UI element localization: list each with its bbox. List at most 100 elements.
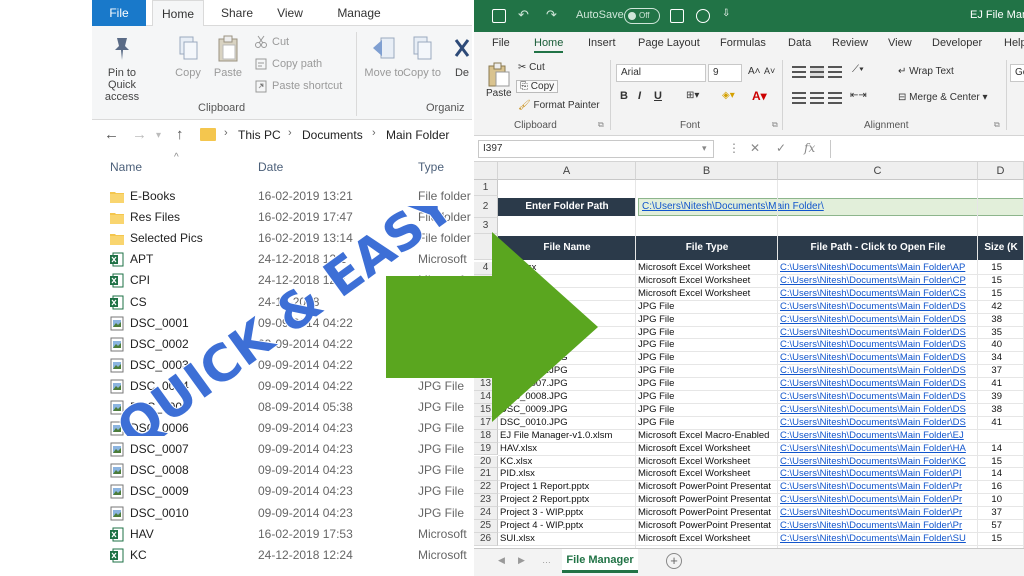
row-number[interactable]: 24 (474, 507, 498, 520)
menu-developer[interactable]: Developer (932, 37, 982, 49)
function-icon[interactable]: fx (804, 141, 815, 155)
file-size-cell[interactable]: 16 (978, 481, 1002, 494)
align-bottom-icon[interactable] (828, 66, 842, 78)
menu-view[interactable]: View (888, 37, 912, 49)
file-size-cell[interactable]: 37 (978, 507, 1002, 520)
file-type-cell[interactable]: Microsoft PowerPoint Presentat (638, 494, 778, 507)
file-path-link[interactable]: C:\Users\Nitesh\Documents\Main Folder\DS (780, 352, 976, 365)
autosave-toggle[interactable]: Off (624, 8, 660, 24)
file-type-cell[interactable]: JPG File (638, 314, 778, 327)
italic-button[interactable]: I (638, 90, 641, 102)
file-type-cell[interactable]: Microsoft PowerPoint Presentat (638, 481, 778, 494)
file-type-cell[interactable]: JPG File (638, 404, 778, 417)
row-number[interactable]: 1 (474, 180, 498, 196)
row-number[interactable]: 20 (474, 455, 498, 469)
file-type-cell[interactable]: JPG File (638, 352, 778, 365)
row-number[interactable]: 2 (474, 196, 498, 218)
align-center-icon[interactable] (810, 92, 824, 104)
tab-manage[interactable]: Manage (328, 0, 390, 26)
menu-review[interactable]: Review (832, 37, 868, 49)
file-size-cell[interactable]: 10 (978, 494, 1002, 507)
file-path-link[interactable]: C:\Users\Nitesh\Documents\Main Folder\PI (780, 468, 976, 481)
file-size-cell[interactable]: 40 (978, 339, 1002, 352)
file-path-link[interactable]: C:\Users\Nitesh\Documents\Main Folder\HA (780, 443, 976, 456)
orientation-icon[interactable]: ⟋▾ (852, 64, 864, 75)
align-middle-icon[interactable] (810, 66, 824, 78)
menu-file[interactable]: File (492, 37, 510, 49)
dialog-launcher-icon[interactable]: ⧉ (598, 120, 604, 130)
cut-button[interactable]: Cut (254, 32, 289, 52)
shrink-font-icon[interactable]: A˅ (764, 66, 775, 76)
file-size-cell[interactable]: 14 (978, 468, 1002, 481)
file-size-cell[interactable]: 34 (978, 352, 1002, 365)
row-number[interactable]: 21 (474, 468, 498, 482)
file-path-link[interactable]: C:\Users\Nitesh\Documents\Main Folder\DS (780, 314, 976, 327)
align-right-icon[interactable] (828, 92, 842, 104)
file-type-cell[interactable]: Microsoft Excel Macro-Enabled (638, 430, 778, 443)
file-path-link[interactable]: C:\Users\Nitesh\Documents\Main Folder\DS (780, 391, 976, 404)
grow-font-icon[interactable]: A˄ (748, 66, 761, 77)
column-header-type[interactable]: Type (418, 160, 444, 174)
file-name-cell[interactable]: HAV.xlsx (500, 443, 636, 456)
bold-button[interactable]: B (620, 90, 628, 102)
prev-sheet-icon[interactable]: ◀ (498, 555, 505, 566)
format-painter-button[interactable]: 🖌︎ Format Painter (518, 100, 600, 111)
tab-home[interactable]: Home (152, 0, 204, 27)
breadcrumb-documents[interactable]: Documents (302, 128, 363, 142)
paste-shortcut-button[interactable]: Paste shortcut (254, 76, 342, 96)
delete-button[interactable]: De (442, 34, 472, 79)
redo-icon[interactable]: ↷ (546, 7, 557, 23)
file-path-link[interactable]: C:\Users\Nitesh\Documents\Main Folder\Pr (780, 507, 976, 520)
column-header-date[interactable]: Date (258, 160, 283, 174)
row-number[interactable]: 26 (474, 532, 498, 546)
folder-path-input[interactable]: C:\Users\Nitesh\Documents\Main Folder\ (638, 198, 1024, 216)
borders-icon[interactable]: ⊞▾ (686, 90, 699, 101)
file-row[interactable]: HAV 16-02-2019 17:53 Microsoft (92, 524, 472, 545)
customize-toolbar-icon[interactable]: ⇩ (722, 8, 730, 19)
column-header[interactable]: A (498, 162, 636, 180)
copy-path-button[interactable]: Copy path (254, 54, 322, 74)
file-path-link[interactable]: C:\Users\Nitesh\Documents\Main Folder\DS (780, 301, 976, 314)
dialog-launcher-icon[interactable]: ⧉ (772, 120, 778, 130)
pin-quick-access-button[interactable]: Pin to Quick access (96, 34, 148, 103)
file-path-link[interactable]: C:\Users\Nitesh\Documents\Main Folder\EJ (780, 430, 976, 443)
add-sheet-icon[interactable]: + (666, 553, 682, 569)
file-size-cell[interactable]: 38 (978, 404, 1002, 417)
row-number[interactable]: 18 (474, 429, 498, 443)
file-path-link[interactable]: C:\Users\Nitesh\Documents\Main Folder\Pr (780, 494, 976, 507)
file-row[interactable]: KC 24-12-2018 12:24 Microsoft (92, 545, 472, 566)
file-size-cell[interactable]: 38 (978, 314, 1002, 327)
back-arrow-icon[interactable]: ← (104, 126, 119, 143)
file-size-cell[interactable]: 14 (978, 443, 1002, 456)
formula-input[interactable] (830, 140, 1024, 158)
next-sheet-icon[interactable]: ▶ (518, 555, 525, 566)
file-size-cell[interactable]: 37 (978, 365, 1002, 378)
file-type-cell[interactable]: Microsoft Excel Worksheet (638, 288, 778, 301)
paste-button[interactable]: Paste (486, 88, 512, 99)
tree-icon[interactable] (696, 9, 710, 23)
file-path-link[interactable]: C:\Users\Nitesh\Documents\Main Folder\Pr (780, 481, 976, 494)
indent-icon[interactable]: ⇤⇥ (850, 90, 867, 101)
name-box-chevron-icon[interactable]: ▾ (702, 143, 707, 154)
file-type-cell[interactable]: Microsoft Excel Worksheet (638, 456, 778, 469)
file-size-cell[interactable]: 15 (978, 533, 1002, 546)
font-size-select[interactable]: 9 (708, 64, 742, 82)
file-path-link[interactable]: C:\Users\Nitesh\Documents\Main Folder\DS (780, 365, 976, 378)
file-type-cell[interactable]: Microsoft PowerPoint Presentat (638, 520, 778, 533)
file-size-cell[interactable]: 15 (978, 288, 1002, 301)
menu-insert[interactable]: Insert (588, 37, 616, 49)
file-size-cell[interactable]: 15 (978, 262, 1002, 275)
cut-button[interactable]: ✂ Cut (518, 62, 545, 73)
row-number[interactable]: 25 (474, 520, 498, 533)
file-type-cell[interactable]: JPG File (638, 365, 778, 378)
save-icon[interactable] (492, 9, 506, 23)
file-type-cell[interactable]: JPG File (638, 301, 778, 314)
file-type-cell[interactable]: Microsoft PowerPoint Presentat (638, 507, 778, 520)
file-name-cell[interactable]: Project 4 - WIP.pptx (500, 520, 636, 533)
font-name-select[interactable]: Arial (616, 64, 706, 82)
file-size-cell[interactable]: 41 (978, 417, 1002, 430)
file-name-cell[interactable]: Project 2 Report.pptx (500, 494, 636, 507)
row-number[interactable]: 19 (474, 442, 498, 456)
file-name-cell[interactable]: SUI.xlsx (500, 533, 636, 546)
row-number[interactable]: 23 (474, 494, 498, 508)
